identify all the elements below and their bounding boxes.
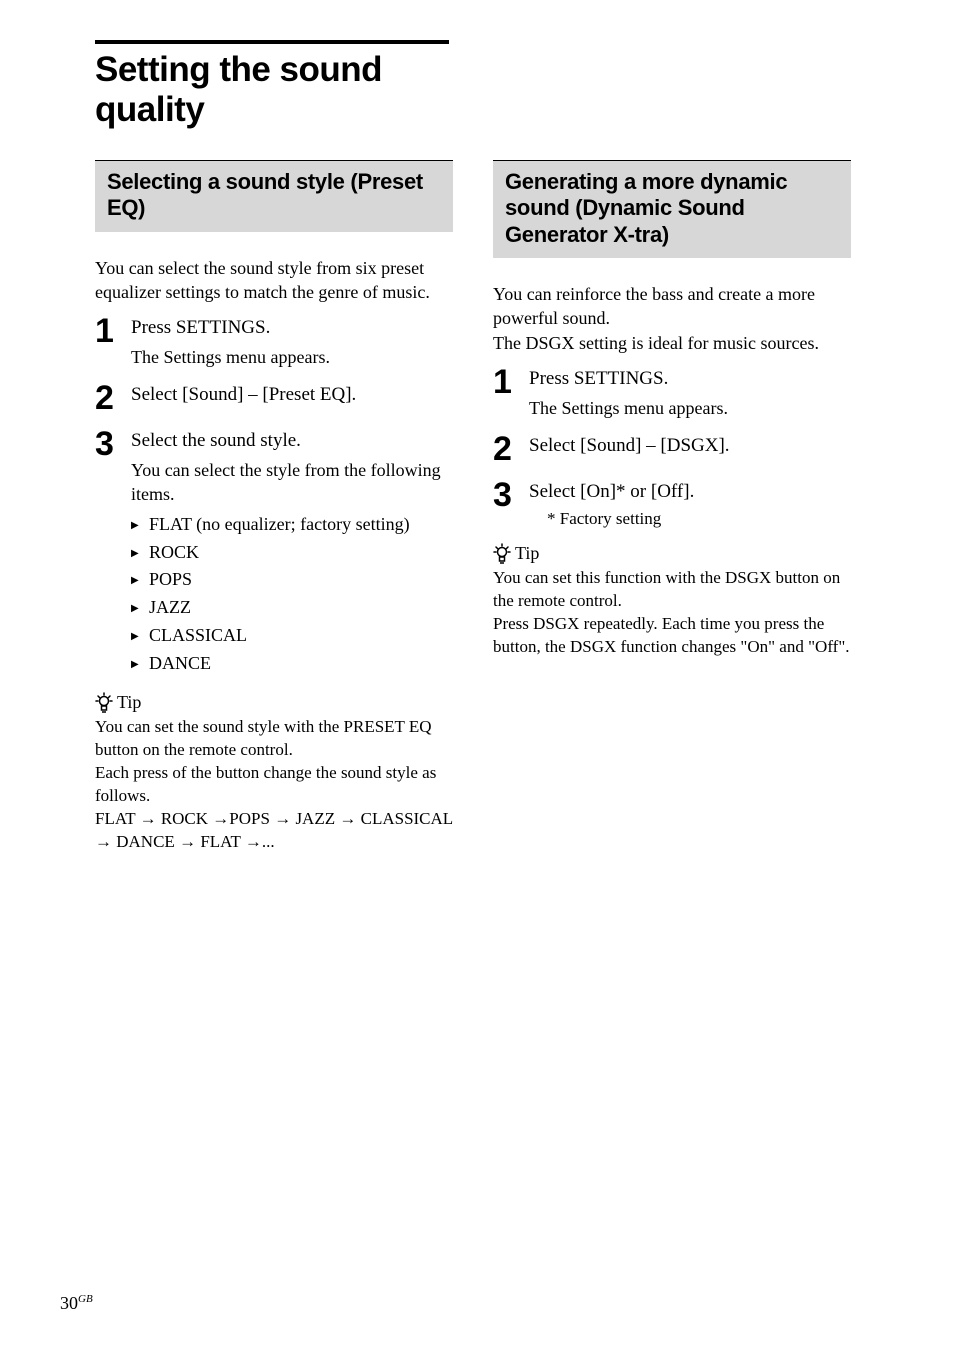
seq-item: FLAT bbox=[200, 832, 240, 851]
step-sub-text: The Settings menu appears. bbox=[131, 345, 453, 369]
seq-item: DANCE bbox=[116, 832, 175, 851]
step-1: 1 Press SETTINGS. The Settings menu appe… bbox=[95, 316, 453, 369]
step-sub-text: You can select the style from the follow… bbox=[131, 458, 453, 507]
step-main-text: Select [Sound] – [DSGX]. bbox=[529, 434, 851, 459]
left-column: Selecting a sound style (Preset EQ) You … bbox=[95, 160, 453, 854]
intro-text: The DSGX setting is ideal for music sour… bbox=[493, 331, 851, 355]
tip-section: Tip You can set the sound style with the… bbox=[95, 692, 453, 854]
step-main-text: Select the sound style. bbox=[131, 429, 453, 454]
bullet-item: ROCK bbox=[131, 539, 453, 567]
bullet-item: CLASSICAL bbox=[131, 622, 453, 650]
sound-style-list: FLAT (no equalizer; factory setting) ROC… bbox=[131, 511, 453, 678]
arrow-icon: → bbox=[274, 808, 291, 831]
step-sub-text: The Settings menu appears. bbox=[529, 396, 851, 420]
tip-label: Tip bbox=[117, 692, 141, 713]
step-main-text: Press SETTINGS. bbox=[131, 316, 453, 341]
arrow-icon: → bbox=[95, 831, 112, 854]
bullet-item: POPS bbox=[131, 566, 453, 594]
footnote: * Factory setting bbox=[529, 509, 851, 529]
arrow-icon: → bbox=[245, 831, 262, 854]
seq-item: JAZZ bbox=[295, 809, 335, 828]
step-main-text: Press SETTINGS. bbox=[529, 367, 851, 392]
arrow-icon: → bbox=[140, 808, 157, 831]
bullet-item: FLAT (no equalizer; factory setting) bbox=[131, 511, 453, 539]
tip-body: You can set this function with the DSGX … bbox=[493, 567, 851, 613]
intro-text: You can reinforce the bass and create a … bbox=[493, 282, 851, 331]
section-header-preset-eq: Selecting a sound style (Preset EQ) bbox=[95, 160, 453, 232]
step-number: 1 bbox=[493, 365, 529, 399]
step-3: 3 Select [On]* or [Off]. * Factory setti… bbox=[493, 480, 851, 529]
page-lang: GB bbox=[78, 1293, 93, 1305]
step-number: 3 bbox=[95, 427, 131, 461]
seq-item: CLASSICAL bbox=[361, 809, 453, 828]
bullet-item: JAZZ bbox=[131, 594, 453, 622]
step-1: 1 Press SETTINGS. The Settings menu appe… bbox=[493, 367, 851, 420]
right-column: Generating a more dynamic sound (Dynamic… bbox=[493, 160, 851, 854]
step-3: 3 Select the sound style. You can select… bbox=[95, 429, 453, 678]
tip-sequence: FLAT → ROCK →POPS → JAZZ → CLASSICAL → D… bbox=[95, 808, 453, 854]
step-number: 1 bbox=[95, 314, 131, 348]
step-number: 3 bbox=[493, 478, 529, 512]
step-main-text: Select [On]* or [Off]. bbox=[529, 480, 851, 505]
seq-item: POPS bbox=[229, 809, 270, 828]
step-number: 2 bbox=[95, 381, 131, 415]
step-number: 2 bbox=[493, 432, 529, 466]
tip-label: Tip bbox=[515, 543, 539, 564]
step-2: 2 Select [Sound] – [Preset EQ]. bbox=[95, 383, 453, 415]
tip-body: You can set the sound style with the PRE… bbox=[95, 716, 453, 762]
page-title: Setting the sound quality bbox=[95, 40, 449, 130]
page-number-value: 30 bbox=[60, 1293, 78, 1313]
seq-item: ... bbox=[262, 832, 275, 851]
tip-body: Press DSGX repeatedly. Each time you pre… bbox=[493, 613, 851, 659]
bullet-item: DANCE bbox=[131, 650, 453, 678]
step-2: 2 Select [Sound] – [DSGX]. bbox=[493, 434, 851, 466]
tip-icon bbox=[493, 543, 511, 565]
step-main-text: Select [Sound] – [Preset EQ]. bbox=[131, 383, 453, 408]
arrow-icon: → bbox=[179, 831, 196, 854]
section-header-dsgx: Generating a more dynamic sound (Dynamic… bbox=[493, 160, 851, 258]
seq-item: ROCK bbox=[161, 809, 208, 828]
intro-text: You can select the sound style from six … bbox=[95, 256, 453, 305]
arrow-icon: → bbox=[212, 808, 229, 831]
seq-item: FLAT bbox=[95, 809, 135, 828]
tip-body: Each press of the button change the soun… bbox=[95, 762, 453, 808]
arrow-icon: → bbox=[339, 808, 356, 831]
page-number: 30GB bbox=[60, 1293, 93, 1314]
tip-section: Tip You can set this function with the D… bbox=[493, 543, 851, 659]
tip-icon bbox=[95, 692, 113, 714]
